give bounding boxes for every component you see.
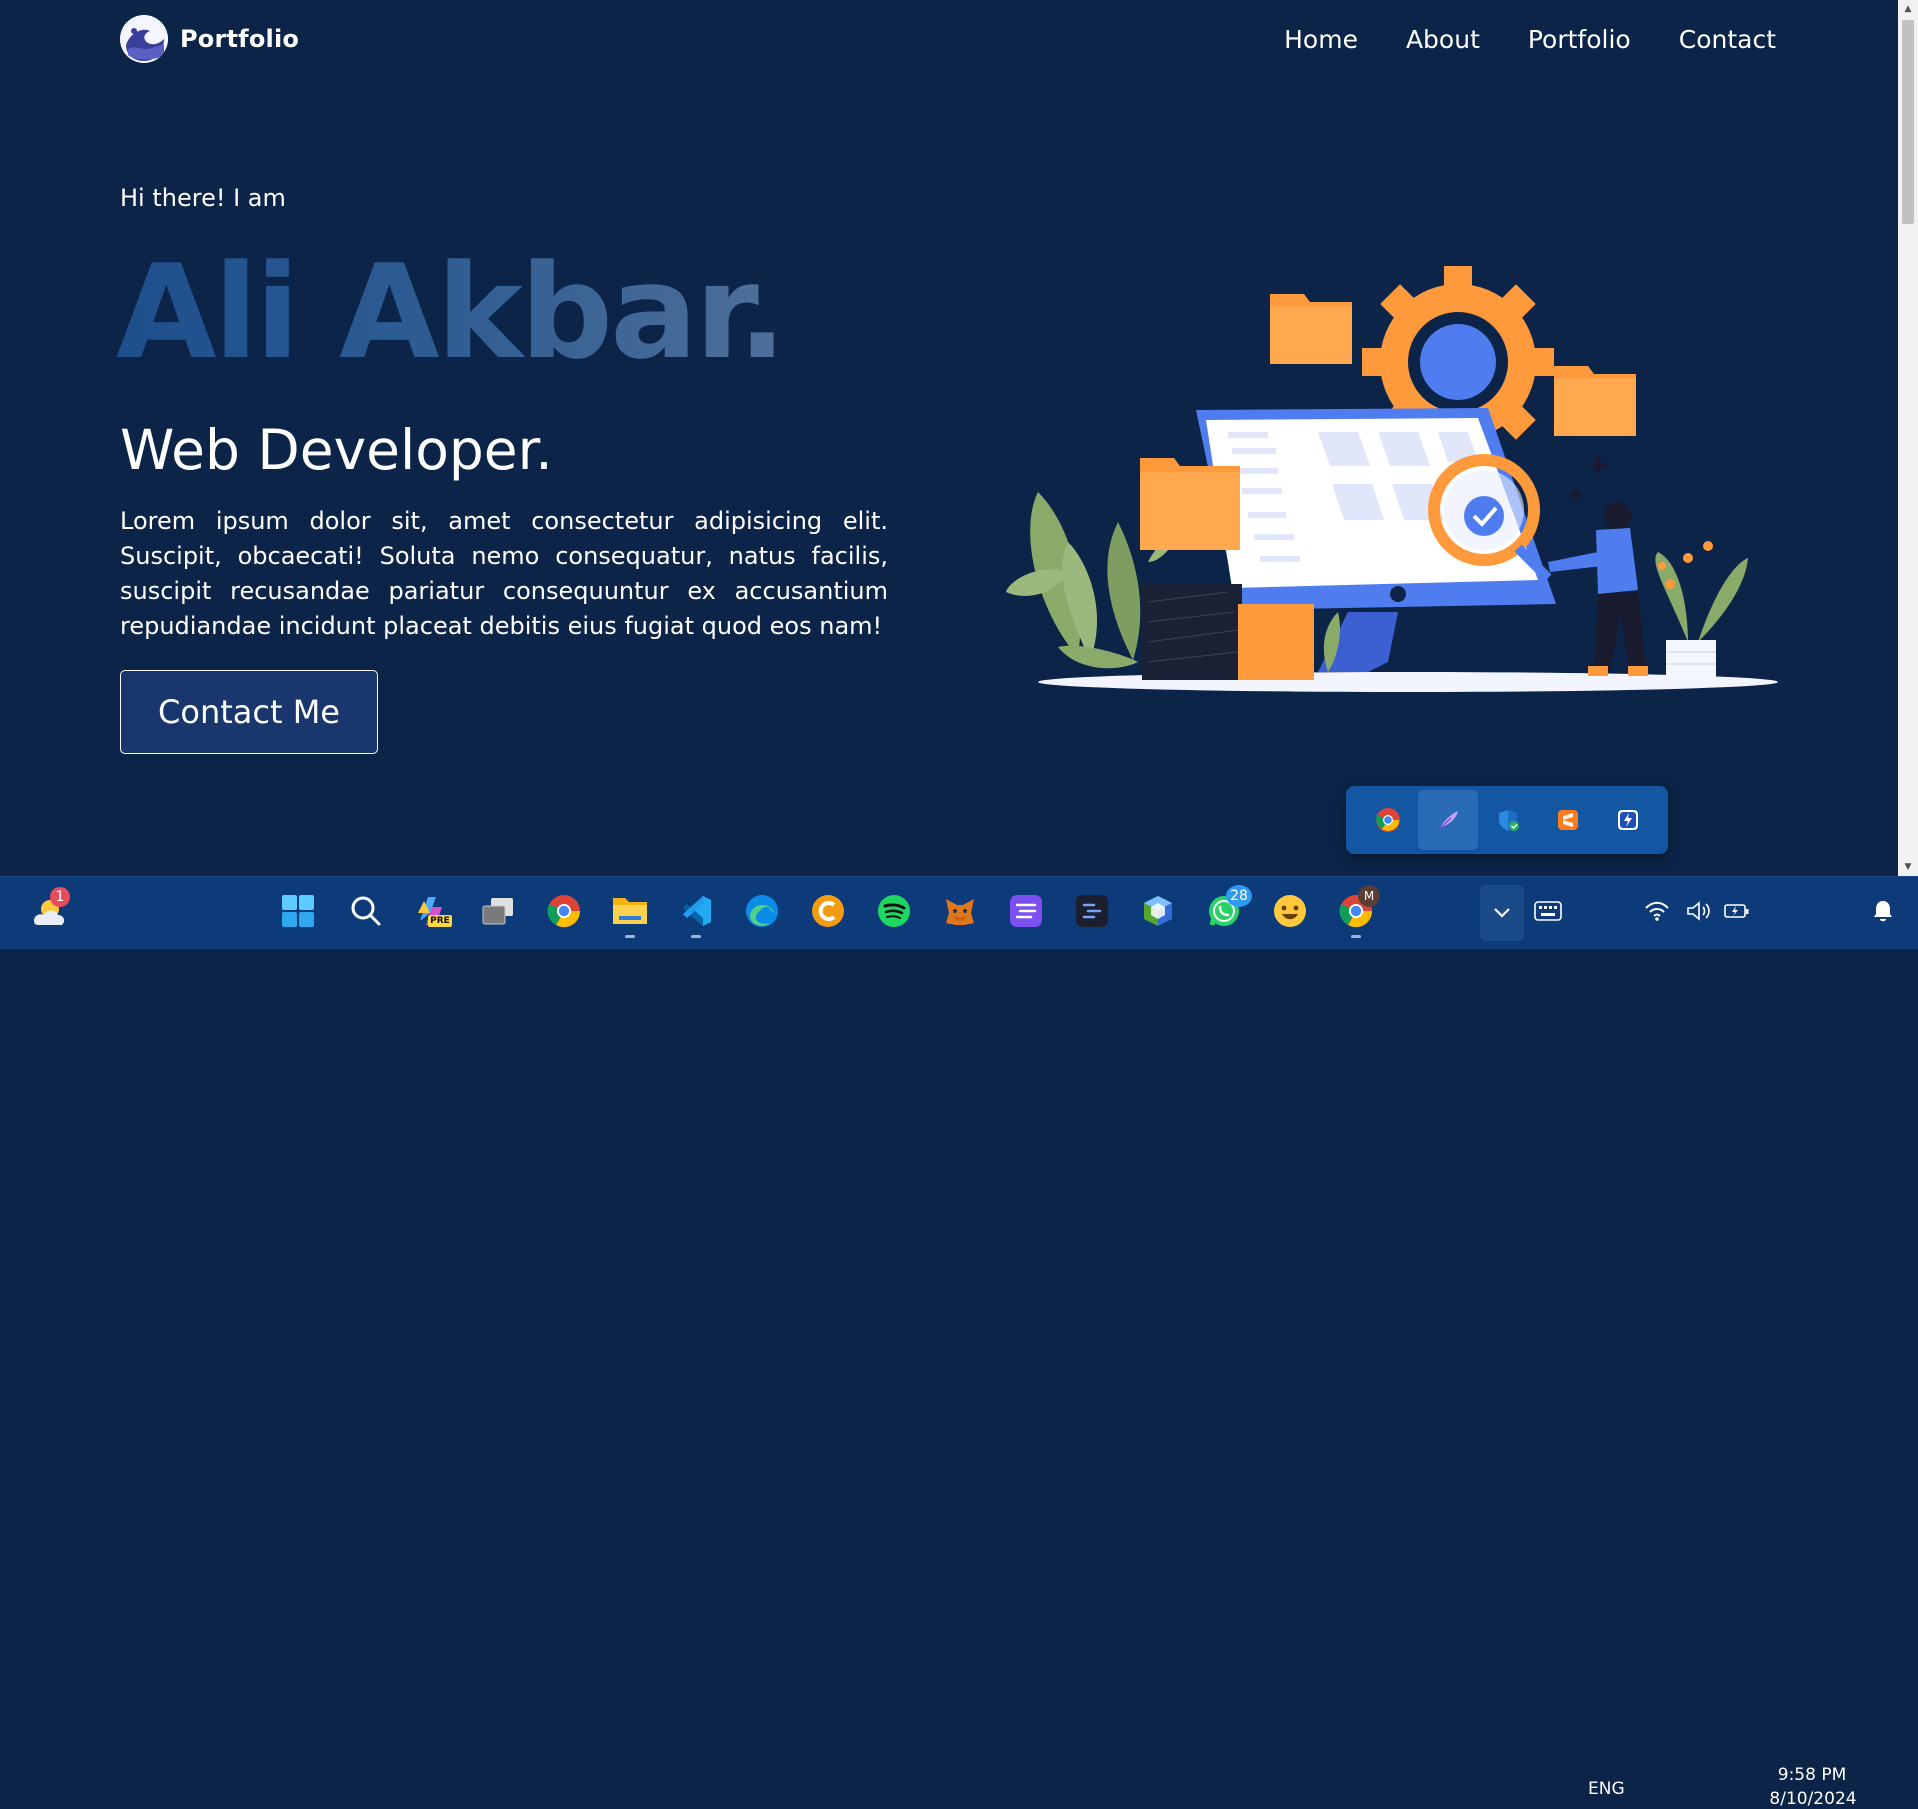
nav-link-portfolio[interactable]: Portfolio [1528, 25, 1631, 54]
wifi-icon[interactable] [1642, 891, 1672, 931]
hero-greeting: Hi there! I am [120, 184, 286, 212]
file-explorer-icon[interactable] [610, 891, 650, 938]
copilot-icon[interactable]: PRE [412, 891, 452, 931]
logo-icon [120, 15, 168, 63]
search-icon[interactable] [346, 891, 386, 931]
tray-overflow-popup [1346, 786, 1668, 854]
vscode-icon[interactable] [676, 891, 716, 938]
chrome-profile-icon[interactable]: M [1336, 885, 1380, 938]
clock-time[interactable]: 9:58 PM [1772, 1765, 1852, 1785]
language-indicator[interactable]: ENG [1588, 1779, 1625, 1799]
tray-defender-icon[interactable] [1478, 790, 1538, 850]
hero-name: Ali Akbar. [116, 232, 787, 392]
virtualbox-icon[interactable] [1138, 891, 1178, 931]
folder-icon [1554, 366, 1636, 436]
running-indicator [625, 935, 635, 938]
tray-flash-icon[interactable] [1598, 790, 1658, 850]
taskbar: 1 PRE 28 M ENG 9:58 PM 8/10/2024 [0, 876, 1918, 1809]
scroll-up-icon[interactable]: ▲ [1898, 0, 1918, 18]
weather-icon[interactable]: 1 [28, 887, 70, 931]
weather-badge: 1 [50, 887, 70, 907]
volume-icon[interactable] [1684, 891, 1714, 931]
ccleaner-icon[interactable] [808, 891, 848, 931]
chrome-profile-badge: M [1358, 885, 1380, 907]
clock-date[interactable]: 8/10/2024 [1768, 1789, 1858, 1809]
hero-illustration [1006, 266, 1778, 692]
task-view-icon[interactable] [478, 891, 518, 931]
nav-link-contact[interactable]: Contact [1679, 25, 1776, 54]
battery-icon[interactable] [1722, 891, 1752, 931]
metamask-icon[interactable] [940, 891, 980, 931]
terminal-icon[interactable] [1072, 891, 1112, 931]
chrome-icon[interactable] [544, 891, 584, 931]
right-plant [1655, 541, 1748, 680]
orange-box [1238, 604, 1314, 680]
whatsapp-badge: 28 [1226, 885, 1252, 907]
hero-bio: Lorem ipsum dolor sit, amet consectetur … [120, 507, 888, 640]
copilot-pre-badge: PRE [428, 915, 452, 927]
chevron-down-icon [1494, 908, 1510, 918]
start-icon[interactable] [278, 891, 318, 931]
browser-viewport: Portfolio Home About Portfolio Contact H… [0, 0, 1898, 876]
notification-bell-icon[interactable] [1868, 891, 1898, 931]
brand[interactable]: Portfolio [120, 15, 299, 63]
tray-overflow-button[interactable] [1480, 885, 1524, 941]
person-figure [1548, 502, 1648, 676]
nav-link-home[interactable]: Home [1284, 25, 1358, 54]
contact-me-button[interactable]: Contact Me [120, 670, 378, 754]
scroll-thumb[interactable] [1902, 20, 1914, 224]
emoji-app-icon[interactable] [1270, 891, 1310, 931]
scroll-down-icon[interactable]: ▼ [1898, 858, 1918, 876]
tray-sublime-icon[interactable] [1538, 790, 1598, 850]
folder-icon [1270, 294, 1352, 364]
linear-icon[interactable] [1006, 891, 1046, 931]
keyboard-icon[interactable] [1528, 891, 1568, 931]
dark-box [1142, 584, 1242, 680]
hero-role: Web Developer. [120, 418, 553, 482]
whatsapp-icon[interactable]: 28 [1204, 885, 1252, 931]
edge-icon[interactable] [742, 891, 782, 931]
nav-link-about[interactable]: About [1406, 25, 1480, 54]
running-indicator [1351, 935, 1361, 938]
nav-menu: Home About Portfolio Contact [1284, 25, 1776, 54]
tray-feather-icon[interactable] [1418, 790, 1478, 850]
tray-chrome-icon[interactable] [1358, 790, 1418, 850]
spotify-icon[interactable] [874, 891, 914, 931]
running-indicator [691, 935, 701, 938]
scrollbar[interactable]: ▲ ▼ [1898, 0, 1918, 876]
folder-icon [1140, 458, 1240, 550]
brand-name: Portfolio [180, 25, 300, 53]
navbar: Portfolio Home About Portfolio Contact [120, 14, 1776, 64]
